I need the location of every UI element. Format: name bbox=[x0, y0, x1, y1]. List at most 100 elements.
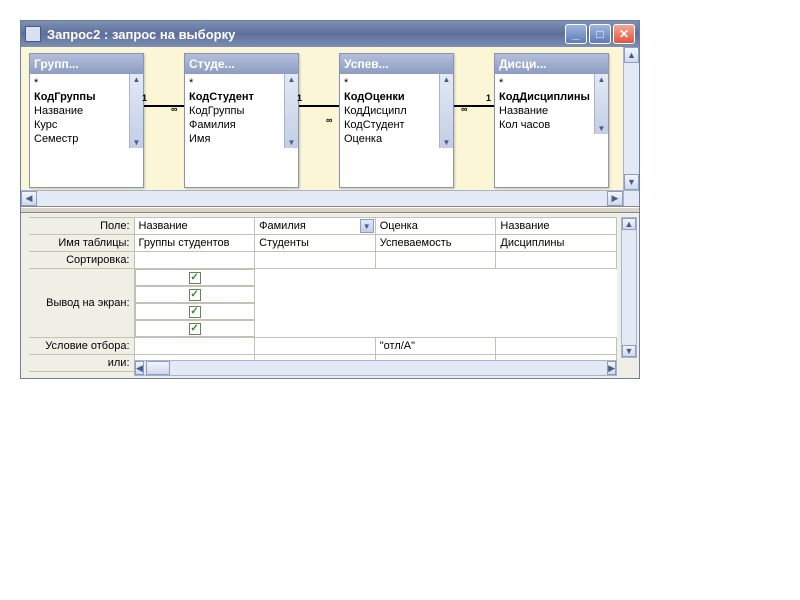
table-box[interactable]: Дисци...*КодДисциплиныНазваниеКол часов▲… bbox=[494, 53, 609, 188]
scroll-up-icon[interactable]: ▲ bbox=[133, 74, 141, 85]
scroll-down-icon[interactable]: ▼ bbox=[598, 123, 606, 134]
scroll-up-icon[interactable]: ▲ bbox=[624, 47, 639, 63]
field-item[interactable]: * bbox=[34, 76, 139, 90]
scroll-down-icon[interactable]: ▼ bbox=[624, 174, 639, 190]
query-grid-pane: Поле:НазваниеФамилия▼ОценкаНазваниеИмя т… bbox=[21, 213, 639, 378]
show-checkbox[interactable]: ✓ bbox=[189, 272, 201, 284]
table-scrollbar[interactable]: ▲▼ bbox=[284, 74, 298, 148]
field-item[interactable]: Кол часов bbox=[499, 118, 604, 132]
query-design-grid[interactable]: Поле:НазваниеФамилия▼ОценкаНазваниеИмя т… bbox=[29, 217, 617, 372]
cell-value: Название bbox=[500, 220, 549, 232]
scroll-up-icon[interactable]: ▲ bbox=[443, 74, 451, 85]
grid-row-label: Вывод на экран: bbox=[29, 269, 134, 338]
grid-cell-table[interactable]: Дисциплины bbox=[496, 235, 617, 252]
diagram-vertical-scrollbar[interactable]: ▲ ▼ bbox=[623, 47, 639, 190]
grid-cell-sort[interactable] bbox=[255, 252, 376, 269]
field-item[interactable]: Оценка bbox=[344, 132, 449, 146]
show-checkbox[interactable]: ✓ bbox=[189, 289, 201, 301]
window-title: Запрос2 : запрос на выборку bbox=[47, 27, 565, 42]
table-title[interactable]: Успев... bbox=[340, 54, 453, 74]
maximize-button[interactable]: □ bbox=[589, 24, 611, 44]
scroll-up-icon[interactable]: ▲ bbox=[622, 218, 636, 230]
field-item[interactable]: КодСтудент bbox=[344, 118, 449, 132]
table-field-list[interactable]: *КодОценкиКодДисциплКодСтудентОценка▲▼ bbox=[340, 74, 453, 148]
table-scrollbar[interactable]: ▲▼ bbox=[129, 74, 143, 148]
dropdown-arrow-icon[interactable]: ▼ bbox=[360, 219, 374, 233]
cell-value: Студенты bbox=[259, 237, 309, 249]
field-item[interactable]: Курс bbox=[34, 118, 139, 132]
field-item[interactable]: Семестр bbox=[34, 132, 139, 146]
cell-value: Дисциплины bbox=[500, 237, 564, 249]
field-item[interactable]: КодОценки bbox=[344, 90, 449, 104]
table-field-list[interactable]: *КодСтудентКодГруппыФамилияИмя▲▼ bbox=[185, 74, 298, 148]
grid-cell-criteria[interactable] bbox=[134, 338, 255, 355]
scroll-thumb[interactable] bbox=[146, 361, 170, 375]
grid-cell-table[interactable]: Студенты bbox=[255, 235, 376, 252]
scroll-down-icon[interactable]: ▼ bbox=[133, 137, 141, 148]
table-title[interactable]: Групп... bbox=[30, 54, 143, 74]
relation-line bbox=[144, 105, 184, 107]
field-item[interactable]: Название bbox=[499, 104, 604, 118]
table-field-list[interactable]: *КодГруппыНазваниеКурсСеместр▲▼ bbox=[30, 74, 143, 148]
table-scrollbar[interactable]: ▲▼ bbox=[439, 74, 453, 148]
grid-cell-field[interactable]: Название bbox=[496, 218, 617, 235]
minimize-button[interactable]: _ bbox=[565, 24, 587, 44]
grid-cell-show[interactable]: ✓ bbox=[135, 303, 255, 320]
close-button[interactable]: ✕ bbox=[613, 24, 635, 44]
scroll-down-icon[interactable]: ▼ bbox=[443, 137, 451, 148]
field-item[interactable]: * bbox=[344, 76, 449, 90]
grid-cell-criteria[interactable] bbox=[255, 338, 376, 355]
field-item[interactable]: КодДисциплины bbox=[499, 90, 604, 104]
titlebar[interactable]: Запрос2 : запрос на выборку _ □ ✕ bbox=[21, 21, 639, 47]
grid-cell-field[interactable]: Фамилия▼ bbox=[255, 218, 376, 235]
grid-cell-sort[interactable] bbox=[375, 252, 496, 269]
table-title[interactable]: Студе... bbox=[185, 54, 298, 74]
cell-value: Группы студентов bbox=[139, 237, 230, 249]
show-checkbox[interactable]: ✓ bbox=[189, 323, 201, 335]
table-box[interactable]: Групп...*КодГруппыНазваниеКурсСеместр▲▼ bbox=[29, 53, 144, 188]
grid-cell-show[interactable]: ✓ bbox=[135, 269, 255, 286]
table-field-list[interactable]: *КодДисциплиныНазваниеКол часов▲▼ bbox=[495, 74, 608, 134]
field-item[interactable]: Имя bbox=[189, 132, 294, 146]
grid-cell-criteria[interactable] bbox=[496, 338, 617, 355]
field-item[interactable]: Название bbox=[34, 104, 139, 118]
grid-vertical-scrollbar[interactable]: ▲ ▼ bbox=[621, 217, 637, 358]
scroll-up-icon[interactable]: ▲ bbox=[288, 74, 296, 85]
relation-one-label: 1 bbox=[486, 93, 491, 103]
field-item[interactable]: * bbox=[189, 76, 294, 90]
field-item[interactable]: КодГруппы bbox=[34, 90, 139, 104]
tables-diagram-pane[interactable]: Групп...*КодГруппыНазваниеКурсСеместр▲▼С… bbox=[21, 47, 639, 207]
grid-cell-field[interactable]: Название bbox=[134, 218, 255, 235]
grid-cell-field[interactable]: Оценка bbox=[375, 218, 496, 235]
scroll-left-icon[interactable]: ◀ bbox=[21, 191, 37, 206]
table-box[interactable]: Студе...*КодСтудентКодГруппыФамилияИмя▲▼ bbox=[184, 53, 299, 188]
table-box[interactable]: Успев... *КодОценкиКодДисциплКодСтудентОц… bbox=[339, 53, 454, 188]
scroll-up-icon[interactable]: ▲ bbox=[598, 74, 606, 85]
grid-row-label: Условие отбора: bbox=[29, 338, 134, 355]
grid-row-label: или: bbox=[29, 355, 134, 372]
grid-cell-table[interactable]: Группы студентов bbox=[134, 235, 255, 252]
relation-one-label: 1 bbox=[142, 93, 147, 103]
field-item[interactable]: Фамилия bbox=[189, 118, 294, 132]
grid-cell-criteria[interactable]: "отл/A" bbox=[375, 338, 496, 355]
table-scrollbar[interactable]: ▲▼ bbox=[594, 74, 608, 134]
grid-cell-sort[interactable] bbox=[496, 252, 617, 269]
grid-cell-sort[interactable] bbox=[134, 252, 255, 269]
diagram-horizontal-scrollbar[interactable]: ◀ ▶ bbox=[21, 190, 623, 206]
scroll-down-icon[interactable]: ▼ bbox=[622, 345, 636, 357]
field-item[interactable]: КодСтудент bbox=[189, 90, 294, 104]
show-checkbox[interactable]: ✓ bbox=[189, 306, 201, 318]
scroll-down-icon[interactable]: ▼ bbox=[288, 137, 296, 148]
field-item[interactable]: * bbox=[499, 76, 604, 90]
grid-cell-show[interactable]: ✓ bbox=[135, 320, 255, 337]
field-item[interactable]: КодГруппы bbox=[189, 104, 294, 118]
scroll-left-icon[interactable]: ◀ bbox=[135, 361, 144, 375]
grid-cell-table[interactable]: Успеваемость bbox=[375, 235, 496, 252]
grid-horizontal-scrollbar[interactable]: ◀ ▶ bbox=[134, 360, 617, 376]
scroll-right-icon[interactable]: ▶ bbox=[607, 191, 623, 206]
table-title[interactable]: Дисци... bbox=[495, 54, 608, 74]
scroll-right-icon[interactable]: ▶ bbox=[607, 361, 616, 375]
field-item[interactable]: КодДисципл bbox=[344, 104, 449, 118]
grid-cell-show[interactable]: ✓ bbox=[135, 286, 255, 303]
query-design-window: Запрос2 : запрос на выборку _ □ ✕ Групп.… bbox=[20, 20, 640, 379]
